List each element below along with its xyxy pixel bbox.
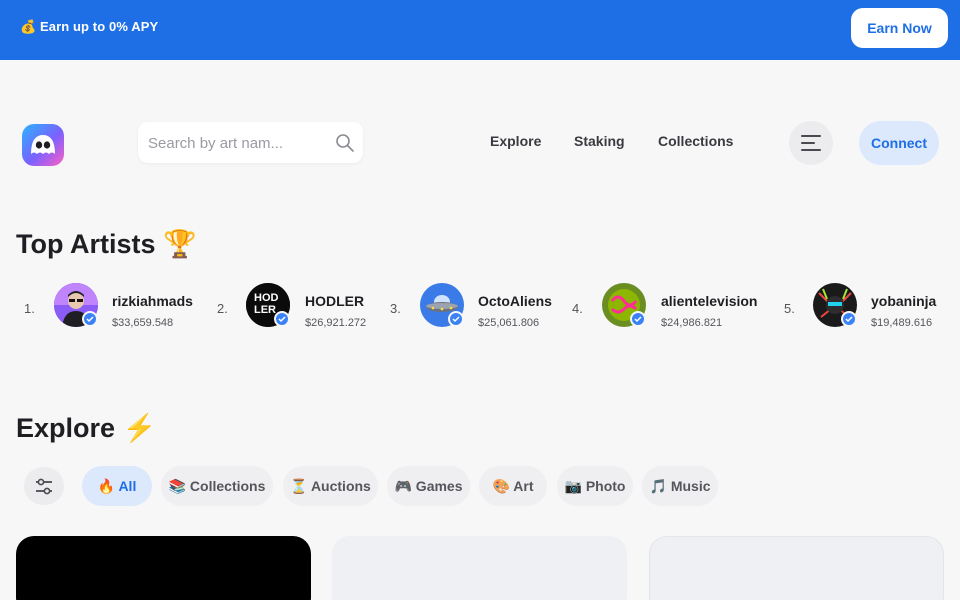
connect-button[interactable]: Connect [859,121,939,165]
nft-card[interactable] [332,536,627,600]
ghost-logo-icon [31,135,55,154]
banner-text: 💰 Earn up to 0% APY [20,19,159,34]
chip-all[interactable]: 🔥 All [82,466,152,506]
artist-name: alientelevision [661,293,758,309]
artist-rank: 2. [217,301,228,316]
promo-banner: 💰 Earn up to 0% APY Earn Now [0,0,960,60]
menu-button[interactable] [789,121,833,165]
artist-rank: 3. [390,301,401,316]
artist-name: HODLER [305,293,365,309]
earn-now-button[interactable]: Earn Now [851,8,948,48]
nav-explore[interactable]: Explore [490,133,541,149]
search-input[interactable] [148,132,328,154]
verified-badge-icon [448,311,464,327]
chip-auctions[interactable]: ⏳ Auctions [283,466,378,506]
nft-card[interactable] [649,536,944,600]
chip-games[interactable]: 🎮 Games [387,466,470,506]
chip-music[interactable]: 🎵 Music [642,466,718,506]
verified-badge-icon [841,311,857,327]
artist-value: $33,659.548 [112,317,174,329]
chip-photo[interactable]: 📷 Photo [557,466,633,506]
artist-value: $25,061.806 [478,317,540,329]
artist-rank: 4. [572,301,583,316]
explore-title: Explore ⚡ [16,413,157,443]
verified-badge-icon [82,311,98,327]
search-icon[interactable] [335,133,355,153]
verified-badge-icon [274,311,290,327]
artist-value: $26,921.272 [305,317,367,329]
artist-name: rizkiahmads [112,293,193,309]
hamburger-icon [801,135,821,151]
verified-badge-icon [630,311,646,327]
top-artists-title: Top Artists 🏆 [16,229,197,259]
artist-rank: 5. [784,301,795,316]
nav-staking[interactable]: Staking [574,133,625,149]
filter-button[interactable] [24,467,64,505]
artist-rank: 1. [24,301,35,316]
nft-card[interactable] [16,536,311,600]
chip-art[interactable]: 🎨 Art [479,466,547,506]
nav-collections[interactable]: Collections [658,133,733,149]
search-box[interactable] [138,122,363,163]
sliders-icon [36,478,52,495]
app-logo[interactable] [22,124,64,166]
artist-name: yobaninja [871,293,937,309]
chip-collections[interactable]: 📚 Collections [161,466,273,506]
artist-value: $19,489.616 [871,317,933,329]
artist-value: $24,986.821 [661,317,723,329]
artist-name: OctoAliens [478,293,552,309]
